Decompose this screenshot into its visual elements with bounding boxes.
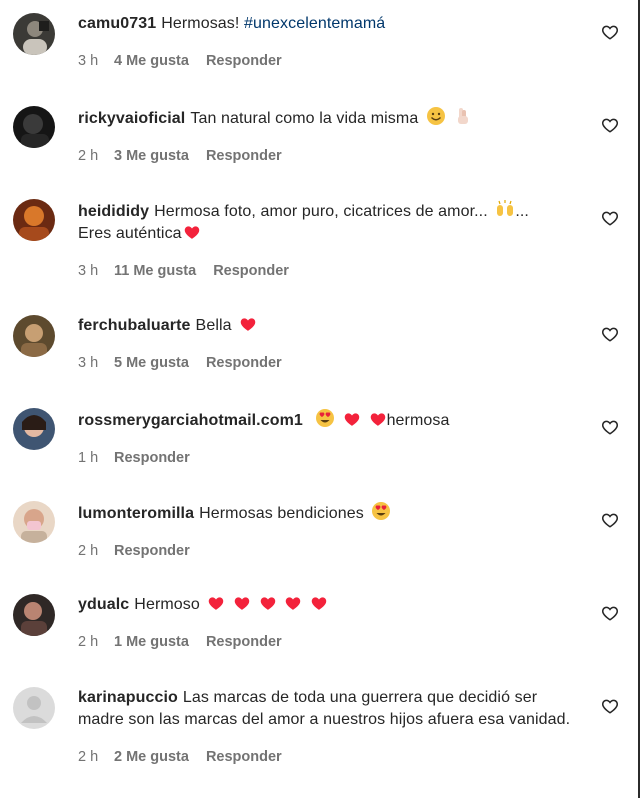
comment-text-line2: Eres auténtica — [78, 225, 182, 242]
red-heart-icon — [285, 597, 301, 610]
comment-time[interactable]: 1 h — [78, 449, 114, 467]
avatar[interactable] — [13, 408, 55, 450]
smiling-face-icon — [426, 107, 445, 125]
fingers-crossed-icon — [458, 108, 469, 124]
comment-text: Tan natural como la vida misma — [190, 110, 419, 127]
avatar[interactable] — [13, 501, 55, 543]
red-heart-icon — [234, 597, 250, 610]
reply-button[interactable]: Responder — [213, 262, 289, 280]
comment-text: hermosa — [386, 412, 450, 429]
comment-text: Hermosas bendiciones — [199, 505, 364, 522]
comment-username[interactable]: rickyvaioficial — [78, 110, 185, 127]
reply-button[interactable]: Responder — [206, 354, 282, 372]
like-heart-icon[interactable] — [601, 604, 619, 622]
like-heart-icon[interactable] — [601, 116, 619, 134]
avatar[interactable] — [13, 199, 55, 241]
comment-time[interactable]: 2 h — [78, 633, 114, 651]
like-heart-icon[interactable] — [601, 325, 619, 343]
comment-username[interactable]: heidididy — [78, 203, 149, 220]
red-heart-icon — [260, 597, 275, 610]
like-heart-icon[interactable] — [601, 209, 619, 227]
avatar[interactable] — [13, 315, 55, 357]
comment-username[interactable]: camu0731 — [78, 15, 156, 32]
comment-hashtag[interactable]: #unexcelentemamá — [244, 15, 385, 32]
reply-button[interactable]: Responder — [206, 748, 282, 766]
reply-button[interactable]: Responder — [206, 52, 282, 70]
red-heart-icon — [370, 413, 385, 426]
red-heart-icon — [240, 318, 256, 331]
like-heart-icon[interactable] — [601, 23, 619, 41]
reply-button[interactable]: Responder — [114, 449, 190, 467]
red-heart-icon — [209, 597, 224, 610]
comment-likes[interactable]: 3 Me gusta — [114, 147, 189, 165]
like-heart-icon[interactable] — [601, 697, 619, 715]
avatar[interactable] — [13, 594, 55, 636]
red-heart-icon — [184, 226, 199, 239]
heart-eyes-icon — [372, 502, 391, 520]
comment-username[interactable]: ydualc — [78, 596, 129, 613]
comment-text: Hermoso — [134, 596, 200, 613]
comment-time[interactable]: 3 h — [78, 354, 114, 372]
comment-list: camu0731 Hermosas! #unexcelentemamá 3 h 4… — [0, 0, 640, 798]
reply-button[interactable]: Responder — [206, 633, 282, 651]
like-heart-icon[interactable] — [601, 511, 619, 529]
comment-time[interactable]: 3 h — [78, 52, 114, 70]
red-heart-icon — [344, 413, 360, 426]
avatar[interactable] — [13, 106, 55, 148]
reply-button[interactable]: Responder — [114, 542, 190, 560]
avatar[interactable] — [13, 687, 55, 729]
comment-likes[interactable]: 2 Me gusta — [114, 748, 189, 766]
comment-time[interactable]: 2 h — [78, 147, 114, 165]
comment-username[interactable]: ferchubaluarte — [78, 317, 191, 334]
comment-time[interactable]: 2 h — [78, 748, 114, 766]
comment-text: Hermosa foto, amor puro, cicatrices de a… — [154, 203, 488, 220]
comment-text: Hermosas! — [161, 15, 240, 32]
raising-hands-icon — [497, 200, 514, 216]
comment-username[interactable]: karinapuccio — [78, 689, 178, 706]
comment-likes[interactable]: 11 Me gusta — [114, 262, 196, 280]
red-heart-icon — [311, 597, 326, 610]
reply-button[interactable]: Responder — [206, 147, 282, 165]
comment-text-continuation: ... — [515, 203, 529, 220]
heart-eyes-icon — [316, 409, 335, 427]
comment-text: Bella — [195, 317, 232, 334]
comment-username[interactable]: rossmerygarciahotmail.com1 — [78, 412, 303, 429]
comment-likes[interactable]: 4 Me gusta — [114, 52, 189, 70]
comment-likes[interactable]: 5 Me gusta — [114, 354, 189, 372]
comment-time[interactable]: 2 h — [78, 542, 114, 560]
avatar[interactable] — [13, 13, 55, 55]
like-heart-icon[interactable] — [601, 418, 619, 436]
comment-time[interactable]: 3 h — [78, 262, 114, 280]
comment-likes[interactable]: 1 Me gusta — [114, 633, 189, 651]
comment-username[interactable]: lumonteromilla — [78, 505, 194, 522]
